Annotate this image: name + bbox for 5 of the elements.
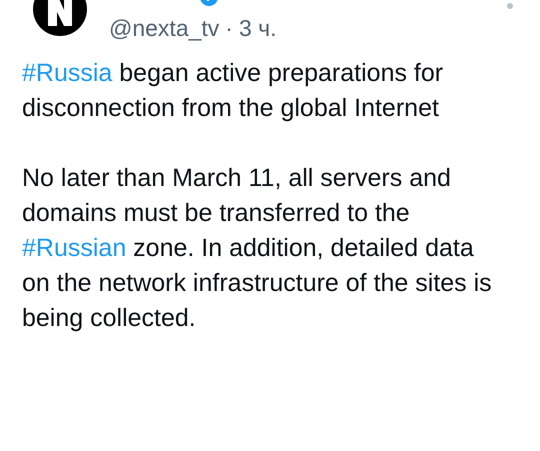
tweet-paragraph: No later than March 11, all servers and domains must be transferred to the #Russian zone. In addition, detailed data on the network infrastructure of the sites is being collected.: [22, 163, 493, 334]
separator-dot: ·: [225, 15, 233, 42]
tweet-time[interactable]: 3 ч.: [238, 15, 277, 42]
author-handle[interactable]: @nexta_tv: [109, 15, 220, 42]
tweet-paragraph: #Russia began active preparations for disconnection from the global Internet: [22, 58, 444, 124]
